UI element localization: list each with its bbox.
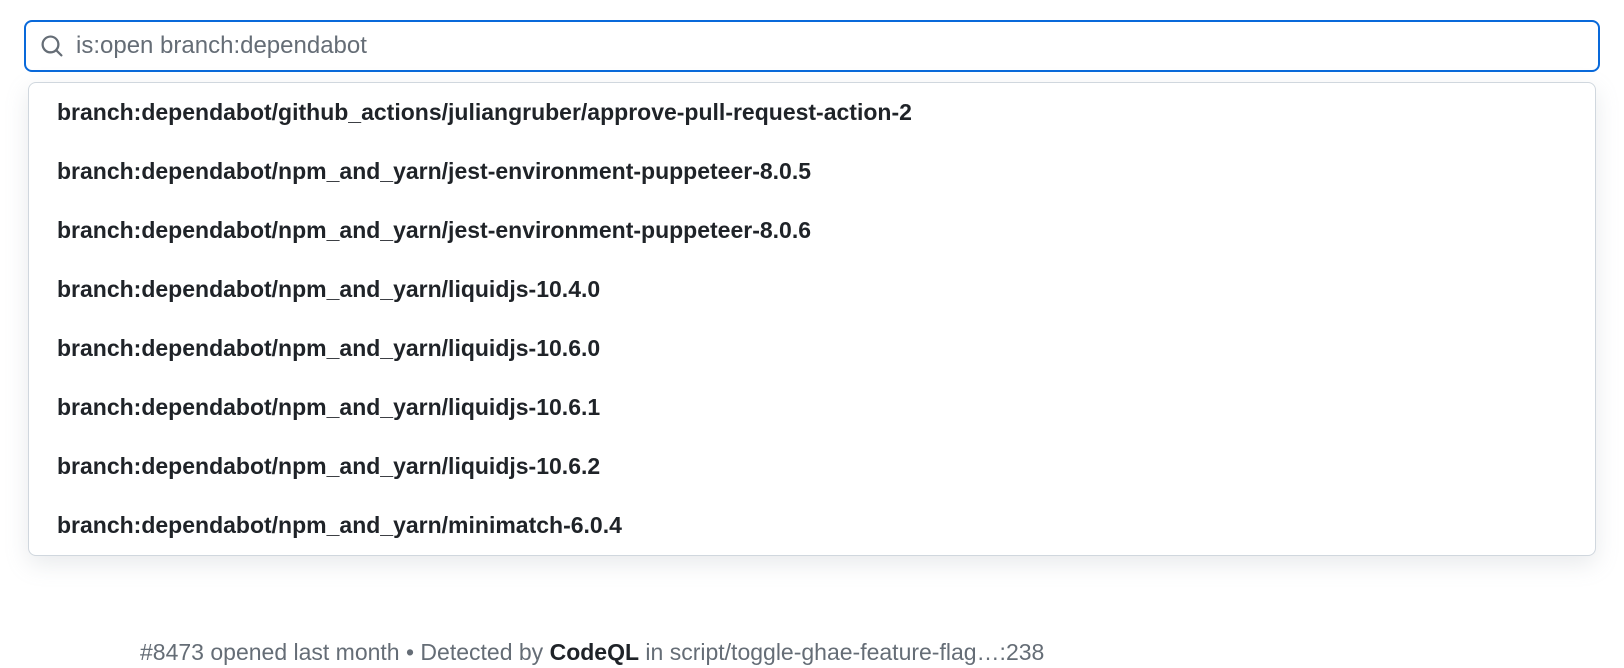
suggestion-item[interactable]: branch:dependabot/github_actions/juliang… xyxy=(29,83,1595,142)
search-input-wrapper[interactable] xyxy=(24,20,1600,72)
issue-number: #8473 xyxy=(140,639,204,665)
suggestion-item[interactable]: branch:dependabot/npm_and_yarn/jest-envi… xyxy=(29,201,1595,260)
search-container: branch:dependabot/github_actions/juliang… xyxy=(24,20,1600,72)
suggestion-item[interactable]: branch:dependabot/npm_and_yarn/liquidjs-… xyxy=(29,319,1595,378)
issue-path-text: in script/toggle-ghae-feature-flag…:238 xyxy=(639,639,1044,665)
suggestion-item[interactable]: branch:dependabot/npm_and_yarn/liquidjs-… xyxy=(29,260,1595,319)
suggestion-item[interactable]: branch:dependabot/npm_and_yarn/jest-envi… xyxy=(29,142,1595,201)
suggestion-item[interactable]: branch:dependabot/npm_and_yarn/minimatch… xyxy=(29,496,1595,555)
search-suggestions-dropdown: branch:dependabot/github_actions/juliang… xyxy=(28,82,1596,556)
suggestion-item[interactable]: branch:dependabot/npm_and_yarn/liquidjs-… xyxy=(29,437,1595,496)
search-icon xyxy=(40,34,64,58)
suggestion-item[interactable]: branch:dependabot/npm_and_yarn/liquidjs-… xyxy=(29,378,1595,437)
detector-name: CodeQL xyxy=(550,639,639,665)
issue-opened-text: opened last month • Detected by xyxy=(204,639,550,665)
search-input[interactable] xyxy=(76,32,1584,60)
issue-list-row-partial: #8473 opened last month • Detected by Co… xyxy=(140,639,1624,668)
